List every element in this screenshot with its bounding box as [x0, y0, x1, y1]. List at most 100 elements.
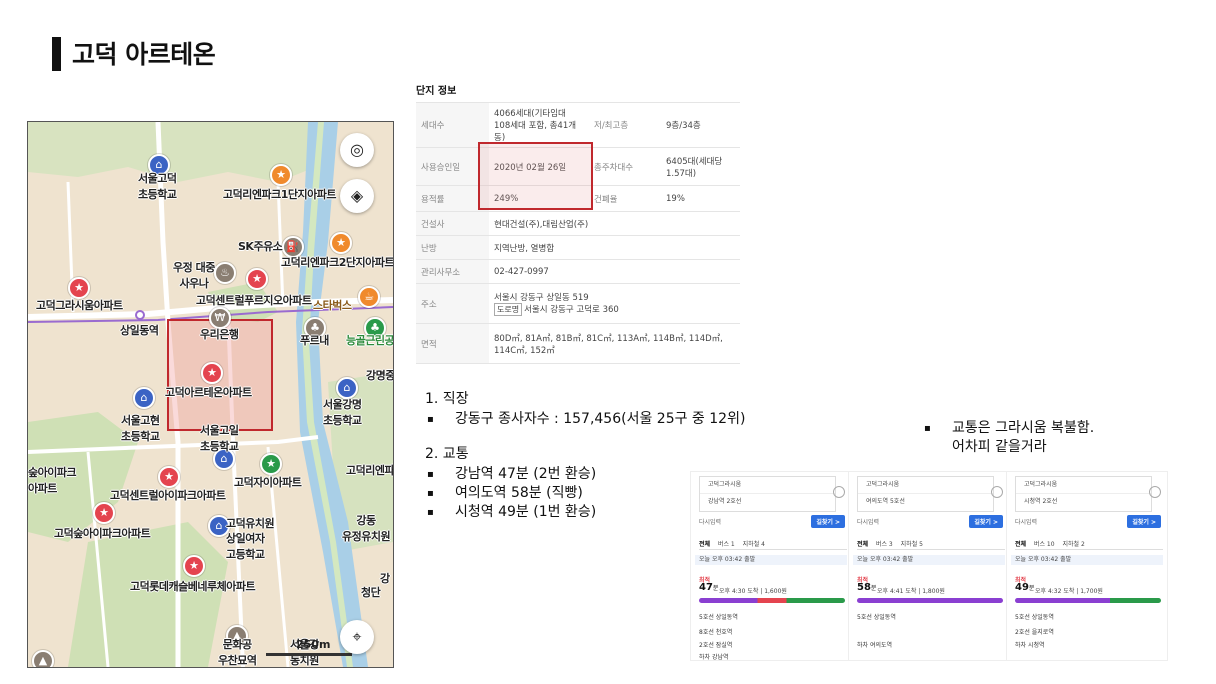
- map-label: 고덕리엔파크2단지아파트: [281, 256, 394, 269]
- table-row: 건설사 현대건설(주),대림산업(주): [416, 211, 740, 236]
- map-label: 숲아이파크 아파트: [28, 466, 77, 495]
- route-step: 5호선 상일동역: [1015, 614, 1054, 621]
- info-address: 서울시 강동구 상일동 519 도로명 서울시 강동구 고덕로 360: [489, 283, 740, 324]
- table-row: 주소 서울시 강동구 상일동 519 도로명 서울시 강동구 고덕로 360: [416, 283, 740, 324]
- map-view[interactable]: ⌂ ★ ⛽ ★ ♨ ★ ★ ☕ ₩ ♣ ♣ ★ ⌂ ⌂ ⌂ ★ ★ ★ ⌂ ★ …: [27, 121, 394, 668]
- info-key: 세대수: [416, 102, 489, 148]
- route-step: 5호선 상일동역: [699, 614, 738, 621]
- departure-time-bar[interactable]: 오늘 오후 03:42 출발: [1011, 555, 1163, 565]
- swap-icon[interactable]: [1149, 486, 1161, 498]
- route-card-gangnam: 고덕그라시움 강남역 2호선 다시입력 길찾기 > 전체 버스 1 지하철 4 …: [690, 471, 852, 661]
- map-label: 고덕리엔파크1단지아파트: [223, 188, 336, 201]
- gps-icon: ⌖: [352, 627, 362, 646]
- route-step: 하차 강남역: [699, 654, 729, 661]
- departure-time-bar[interactable]: 오늘 오후 03:42 출발: [695, 555, 847, 565]
- current-location-button[interactable]: ⌖: [340, 620, 374, 654]
- map-label: 우정 대중 사우나: [173, 261, 215, 290]
- info-key: 건폐율: [589, 185, 661, 212]
- map-label: 강명중: [366, 369, 394, 382]
- map-scale-label: 250m: [296, 638, 331, 651]
- travel-minutes: 49분: [1015, 582, 1035, 593]
- destination-field[interactable]: 시청역 2호선: [1016, 494, 1151, 510]
- origin-field[interactable]: 고덕그라시움: [700, 477, 835, 494]
- map-label: 능골근린공: [346, 334, 394, 347]
- tab-subway[interactable]: 지하철 2: [1062, 541, 1084, 548]
- traffic-heading: 2. 교통: [425, 446, 469, 462]
- route-line-bar: [1015, 598, 1161, 603]
- tab-bus[interactable]: 버스 10: [1034, 541, 1055, 548]
- find-route-button[interactable]: 길찾기 >: [1127, 515, 1161, 528]
- info-key: 면적: [416, 323, 489, 364]
- map-label: 고덕그라시움아파트: [36, 299, 123, 312]
- side-note-line: 어차피 같을거라: [952, 439, 1047, 455]
- info-key: 난방: [416, 235, 489, 260]
- tab-all[interactable]: 전체: [857, 541, 868, 548]
- apartment-icon[interactable]: ★: [201, 362, 223, 384]
- tab-bus[interactable]: 버스 3: [876, 541, 893, 548]
- find-route-button[interactable]: 길찾기 >: [811, 515, 845, 528]
- page-title: 고덕 아르테온: [72, 40, 216, 69]
- map-label: 고덕숲아이파크아파트: [54, 527, 151, 540]
- apartment-icon[interactable]: ★: [260, 453, 282, 475]
- map-label: 고덕센트럴푸르지오아파트: [196, 294, 312, 307]
- arrival-info: 오후 4:32 도착 | 1,700원: [1035, 588, 1103, 595]
- origin-field[interactable]: 고덕그라시움: [1016, 477, 1151, 494]
- map-label: 상일동역: [120, 324, 159, 337]
- apartment-icon[interactable]: ★: [246, 268, 268, 290]
- departure-time-bar[interactable]: 오늘 오후 03:42 출발: [853, 555, 1005, 565]
- side-note: 교통은 그라시움 복불함. 어차피 같을거라: [924, 419, 1094, 457]
- school-icon[interactable]: ⌂: [133, 387, 155, 409]
- route-step: 2호선 을지로역: [1015, 629, 1054, 636]
- sauna-icon[interactable]: ♨: [214, 262, 236, 284]
- job-item: 강동구 종사자수 : 157,456(서울 25구 중 12위): [425, 410, 745, 429]
- info-key: 주소: [416, 283, 489, 324]
- info-key: 관리사무소: [416, 259, 489, 284]
- route-step: 하차 여의도역: [857, 642, 893, 649]
- route-inputs: 고덕그라시움 시청역 2호선: [1015, 476, 1152, 512]
- apartment-icon[interactable]: ★: [68, 277, 90, 299]
- route-inputs: 고덕그라시움 여의도역 5호선: [857, 476, 994, 512]
- swap-icon[interactable]: [991, 486, 1003, 498]
- tab-bus[interactable]: 버스 1: [718, 541, 735, 548]
- reenter-link[interactable]: 다시입력: [699, 517, 721, 526]
- route-tabs: 전체 버스 10 지하철 2: [1015, 539, 1163, 550]
- apartment-icon[interactable]: ★: [93, 502, 115, 524]
- map-label: 청단: [361, 586, 381, 599]
- map-label: 고덕아르테온아파트: [165, 386, 252, 399]
- cafe-icon[interactable]: ☕: [358, 286, 380, 308]
- map-label: 고덕리엔파: [346, 464, 394, 477]
- arrival-info: 오후 4:41 도착 | 1,800원: [877, 588, 945, 595]
- info-value: 02-427-0997: [489, 259, 740, 284]
- layers-button[interactable]: ◈: [340, 179, 374, 213]
- reenter-link[interactable]: 다시입력: [1015, 517, 1037, 526]
- apartment-icon[interactable]: ★: [270, 164, 292, 186]
- location-pin-button[interactable]: ◎: [340, 133, 374, 167]
- destination-field[interactable]: 여의도역 5호선: [858, 494, 993, 510]
- apartment-icon[interactable]: ★: [158, 466, 180, 488]
- tab-subway[interactable]: 지하철 5: [901, 541, 923, 548]
- apartment-icon[interactable]: ★: [330, 232, 352, 254]
- route-card-yeouido: 고덕그라시움 여의도역 5호선 다시입력 길찾기 > 전체 버스 3 지하철 5…: [848, 471, 1010, 661]
- table-row: 면적 80D㎡, 81A㎡, 81B㎡, 81C㎡, 113A㎡, 114B㎡,…: [416, 323, 740, 364]
- location-pin-icon: ◎: [350, 140, 364, 159]
- find-route-button[interactable]: 길찾기 >: [969, 515, 1003, 528]
- map-label: 우리은행: [200, 328, 239, 341]
- tab-subway[interactable]: 지하철 4: [743, 541, 765, 548]
- route-step: 하차 시청역: [1015, 642, 1045, 649]
- apartment-icon[interactable]: ★: [183, 555, 205, 577]
- map-label: 고덕롯데캐슬베네루체아파트: [130, 580, 256, 593]
- reenter-link[interactable]: 다시입력: [857, 517, 879, 526]
- swap-icon[interactable]: [833, 486, 845, 498]
- destination-field[interactable]: 강남역 2호선: [700, 494, 835, 510]
- origin-field[interactable]: 고덕그라시움: [858, 477, 993, 494]
- info-value: 80D㎡, 81A㎡, 81B㎡, 81C㎡, 113A㎡, 114B㎡, 11…: [489, 323, 740, 364]
- table-row: 난방 지역난방, 열병합: [416, 235, 740, 260]
- info-value: 6405대(세대당 1.57대): [661, 147, 740, 186]
- map-label: 푸르내: [300, 334, 329, 347]
- tab-all[interactable]: 전체: [1015, 541, 1026, 548]
- landmark-icon[interactable]: ▲: [32, 650, 54, 667]
- table-row: 세대수 4066세대(기타임대 108세대 포함, 총41개동) 저/최고층 9…: [416, 102, 740, 148]
- tab-all[interactable]: 전체: [699, 541, 710, 548]
- map-label: 강: [380, 572, 390, 585]
- route-tabs: 전체 버스 3 지하철 5: [857, 539, 1005, 550]
